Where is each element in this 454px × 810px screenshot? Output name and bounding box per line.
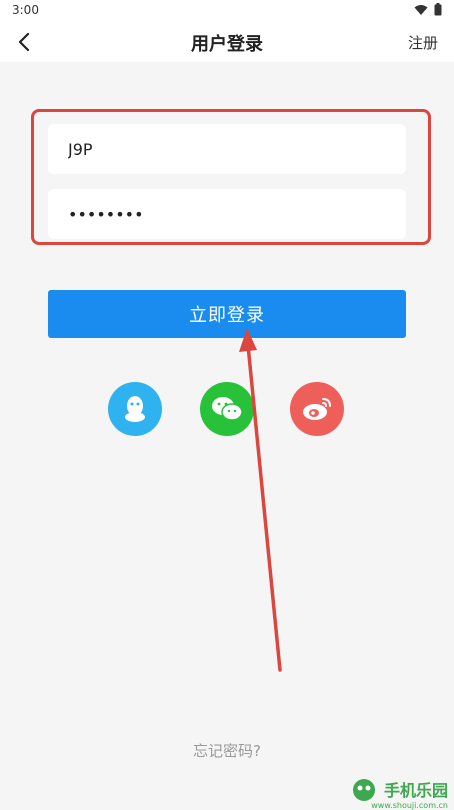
status-bar: 3:00 [0,0,454,22]
status-time: 3:00 [12,3,39,17]
battery-icon [434,3,442,16]
app-bar: 用户登录 注册 [0,22,454,62]
weibo-icon [303,398,331,420]
qq-login-button[interactable] [108,382,162,436]
weibo-login-button[interactable] [290,382,344,436]
watermark-logo-icon [352,779,375,801]
username-field-container [48,124,406,174]
wechat-login-button[interactable] [200,382,254,436]
password-input[interactable] [66,203,390,225]
page-title: 用户登录 [191,34,263,55]
password-field-container [48,189,406,239]
forgot-password-link[interactable]: 忘记密码? [0,740,454,761]
status-icons [414,3,442,16]
watermark-subtext: www.shouji.com.cn [371,801,448,810]
username-input[interactable] [66,138,390,160]
watermark: 手机乐园 [350,776,448,802]
login-button[interactable]: 立即登录 [48,290,406,338]
watermark-text: 手机乐园 [383,781,448,800]
register-link[interactable]: 注册 [408,32,438,53]
qq-icon [125,396,145,422]
wechat-icon [212,397,243,421]
wifi-icon [414,4,428,15]
